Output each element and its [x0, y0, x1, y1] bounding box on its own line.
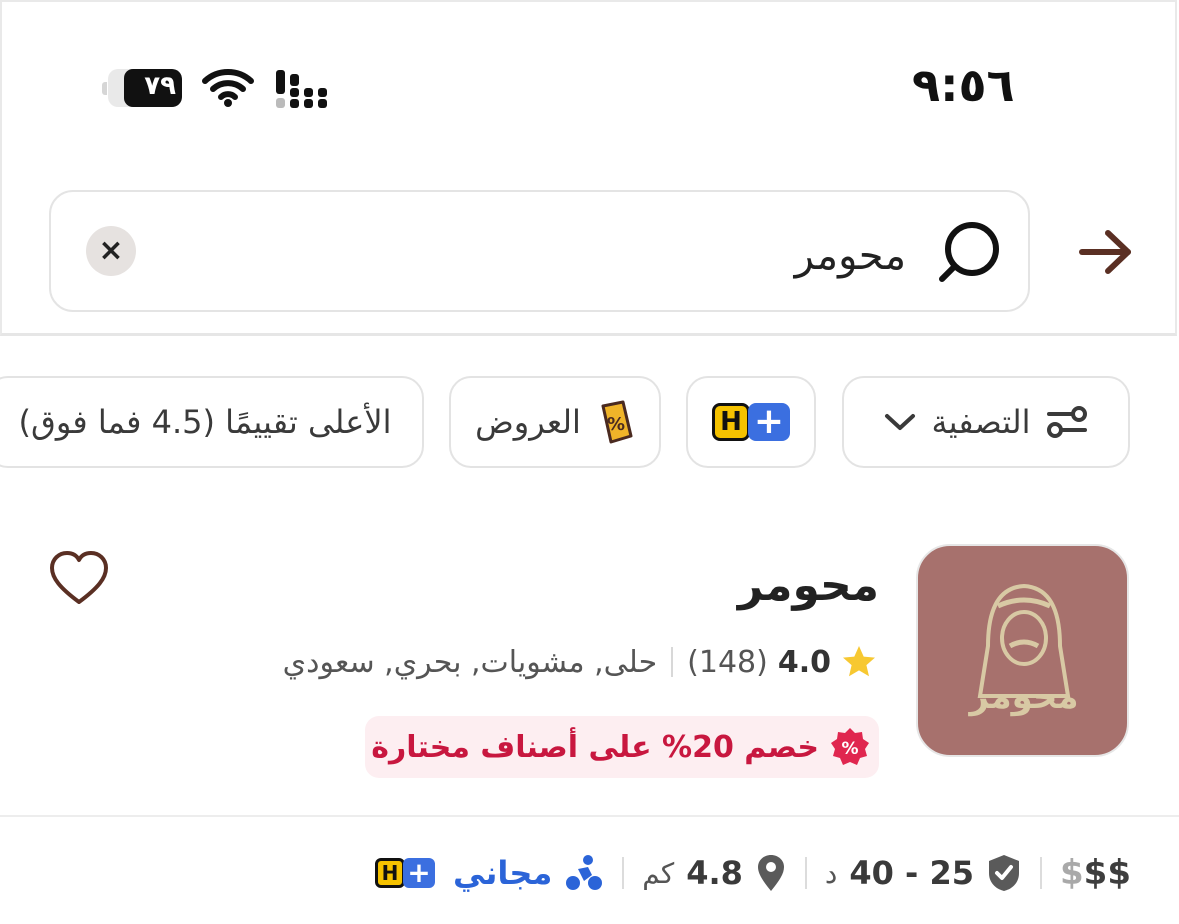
- chevron-down-icon: [885, 414, 916, 430]
- filter-chip[interactable]: التصفية: [842, 376, 1130, 468]
- hplus-badge: H +: [712, 403, 790, 441]
- cellular-signal-icon: [276, 70, 327, 108]
- sliders-icon: [1046, 406, 1087, 438]
- divider: [1040, 857, 1042, 889]
- wifi-icon: [202, 69, 254, 107]
- star-icon: [843, 646, 875, 677]
- restaurant-logo-art: محومر: [967, 583, 1079, 717]
- distance-value: 4.8: [686, 854, 743, 892]
- restaurant-logo[interactable]: محومر: [916, 544, 1129, 757]
- price-active: $$: [1083, 853, 1131, 893]
- svg-text:%: %: [607, 414, 625, 435]
- offers-label: العروض: [475, 403, 581, 441]
- search-icon: [939, 222, 999, 282]
- top-rated-label: الأعلى تقييمًا (4.5 فما فوق): [18, 403, 392, 441]
- shield-check-icon: [989, 855, 1019, 891]
- restaurant-info-row: $$$ 25 - 40 د 4.8 كم مجاني H +: [374, 848, 1131, 898]
- battery-percent: ٧٩: [144, 71, 176, 101]
- hplus-h-icon: H: [712, 403, 750, 441]
- delivery-time: 25 - 40: [849, 854, 974, 892]
- search-input[interactable]: [160, 225, 908, 287]
- rating-row: 4.0 (148) حلى, مشويات, بحري, سعودي: [283, 644, 877, 680]
- clear-search-button[interactable]: ×: [86, 226, 136, 276]
- discount-tag-icon: %: [601, 400, 633, 444]
- battery-icon: ٧٩: [102, 69, 182, 107]
- price-inactive: $: [1060, 853, 1084, 893]
- hplus-h-icon: H: [374, 858, 405, 888]
- delivery-bike-icon: [566, 855, 603, 890]
- favorite-heart-icon[interactable]: [48, 550, 110, 606]
- review-count: (148): [687, 644, 768, 680]
- plus-icon: +: [748, 403, 790, 441]
- discount-badge-icon: %: [831, 728, 869, 765]
- divider: [671, 647, 674, 677]
- divider: [804, 857, 807, 889]
- offers-chip[interactable]: % العروض: [449, 376, 661, 468]
- location-pin-icon: [757, 855, 784, 891]
- delivery-time-unit: د: [824, 856, 838, 890]
- plus-icon: +: [402, 858, 435, 888]
- top-rated-chip[interactable]: الأعلى تقييمًا (4.5 فما فوق): [0, 376, 424, 468]
- status-time: ٩:٥٦: [912, 58, 1015, 112]
- filter-label: التصفية: [931, 403, 1031, 441]
- logo-text: محومر: [967, 677, 1078, 717]
- distance-unit: كم: [642, 856, 675, 890]
- svg-text:%: %: [841, 739, 858, 759]
- delivery-fee: مجاني: [452, 854, 553, 892]
- cuisine-list: حلى, مشويات, بحري, سعودي: [282, 644, 658, 680]
- card-divider: [0, 815, 1179, 817]
- price-level: $$$: [1060, 853, 1131, 893]
- hplus-badge-small: H +: [374, 858, 435, 888]
- divider: [622, 857, 625, 889]
- rating-score: 4.0: [777, 644, 831, 680]
- back-arrow-icon[interactable]: [1078, 227, 1132, 277]
- promo-badge: % خصم 20% على أصناف مختارة: [365, 716, 879, 778]
- promo-text: خصم 20% على أصناف مختارة: [371, 729, 819, 765]
- restaurant-name[interactable]: محومر: [738, 560, 879, 611]
- hplus-chip[interactable]: H +: [686, 376, 816, 468]
